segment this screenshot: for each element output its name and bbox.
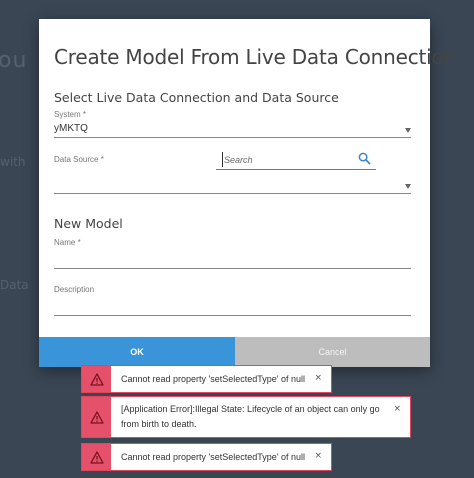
chevron-down-icon [405,128,411,133]
data-source-label: Data Source * [54,155,104,164]
description-field[interactable] [54,315,411,316]
toast-icon-box [82,397,111,437]
close-icon[interactable]: × [314,373,322,383]
cancel-button[interactable]: Cancel [235,337,430,367]
close-icon[interactable]: × [314,451,322,461]
system-label: System * [54,110,87,119]
error-toast: Cannot read property 'setSelectedType' o… [81,443,332,471]
section-title-connection: Select Live Data Connection and Data Sou… [54,90,339,105]
toast-message: Cannot read property 'setSelectedType' o… [121,373,306,384]
background-fragment: Data [0,278,29,292]
error-toast: [Application Error]:Illegal State: Lifec… [81,396,411,438]
create-model-dialog: Create Model From Live Data Connection S… [39,19,456,367]
name-field[interactable] [54,268,411,269]
warning-icon [89,410,104,424]
search-input[interactable] [222,152,352,167]
data-source-select[interactable] [54,178,411,194]
name-label: Name * [54,238,81,247]
chevron-down-icon [405,184,411,189]
description-label: Description [54,285,95,294]
background-fragment: with [0,155,26,169]
dialog-title: Create Model From Live Data Connection [54,45,456,69]
warning-icon [89,450,104,464]
data-source-search [216,150,376,170]
system-select-value: yMKTQ [54,123,88,134]
system-select[interactable]: yMKTQ [54,122,411,138]
close-icon[interactable]: × [393,404,401,414]
toast-message: [Application Error]:Illegal State: Lifec… [121,404,380,429]
error-toast: Cannot read property 'setSelectedType' o… [81,365,332,393]
section-title-new-model: New Model [54,216,123,231]
toast-message: Cannot read property 'setSelectedType' o… [121,451,306,462]
warning-icon [89,372,104,386]
background-fragment: ou [0,48,28,73]
ok-button[interactable]: OK [39,337,235,367]
search-icon[interactable] [358,152,371,165]
toast-icon-box [82,444,111,470]
toast-icon-box [82,366,111,392]
